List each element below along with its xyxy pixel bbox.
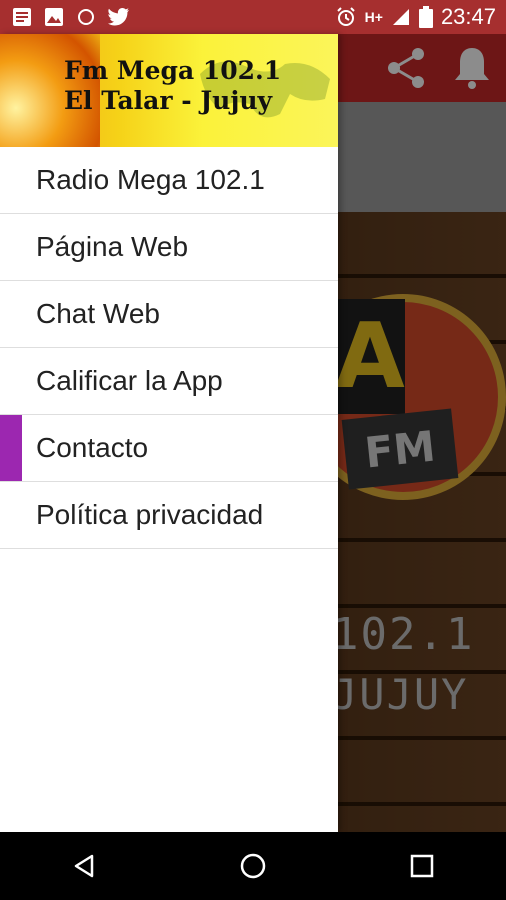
twitter-icon bbox=[108, 7, 130, 27]
menu-item-calificar[interactable]: Calificar la App bbox=[0, 348, 338, 415]
menu-item-label: Chat Web bbox=[36, 298, 160, 329]
clock: 23:47 bbox=[440, 4, 496, 29]
header-title-line1: Fm Mega 102.1 bbox=[64, 56, 282, 85]
circle-icon bbox=[76, 7, 96, 27]
active-indicator bbox=[0, 415, 22, 481]
menu-item-radio[interactable]: Radio Mega 102.1 bbox=[0, 147, 338, 214]
system-nav-bar bbox=[0, 832, 506, 900]
network-type: H+ bbox=[364, 9, 383, 25]
signal-icon bbox=[391, 7, 411, 27]
recents-icon[interactable] bbox=[392, 836, 452, 896]
image-icon bbox=[44, 7, 64, 27]
navigation-drawer: Fm Mega 102.1 El Talar - Jujuy Radio Meg… bbox=[0, 34, 338, 832]
notes-icon bbox=[12, 7, 32, 27]
drawer-menu: Radio Mega 102.1 Página Web Chat Web Cal… bbox=[0, 147, 338, 549]
header-title: Fm Mega 102.1 El Talar - Jujuy bbox=[64, 56, 281, 116]
battery-icon bbox=[418, 6, 433, 28]
drawer-header: Fm Mega 102.1 El Talar - Jujuy bbox=[0, 34, 338, 147]
menu-item-chat-web[interactable]: Chat Web bbox=[0, 281, 338, 348]
menu-item-label: Calificar la App bbox=[36, 365, 223, 396]
menu-item-label: Página Web bbox=[36, 231, 189, 262]
menu-item-politica[interactable]: Política privacidad bbox=[0, 482, 338, 549]
menu-item-label: Radio Mega 102.1 bbox=[36, 164, 265, 195]
menu-item-contacto[interactable]: Contacto bbox=[0, 415, 338, 482]
menu-item-label: Contacto bbox=[36, 432, 149, 463]
status-bar: H+ 23:47 bbox=[0, 0, 506, 34]
menu-item-label: Política privacidad bbox=[36, 499, 264, 530]
header-title-line2: El Talar - Jujuy bbox=[64, 86, 273, 115]
menu-item-pagina-web[interactable]: Página Web bbox=[0, 214, 338, 281]
alarm-icon bbox=[335, 6, 357, 28]
back-icon[interactable] bbox=[54, 836, 114, 896]
home-icon[interactable] bbox=[223, 836, 283, 896]
